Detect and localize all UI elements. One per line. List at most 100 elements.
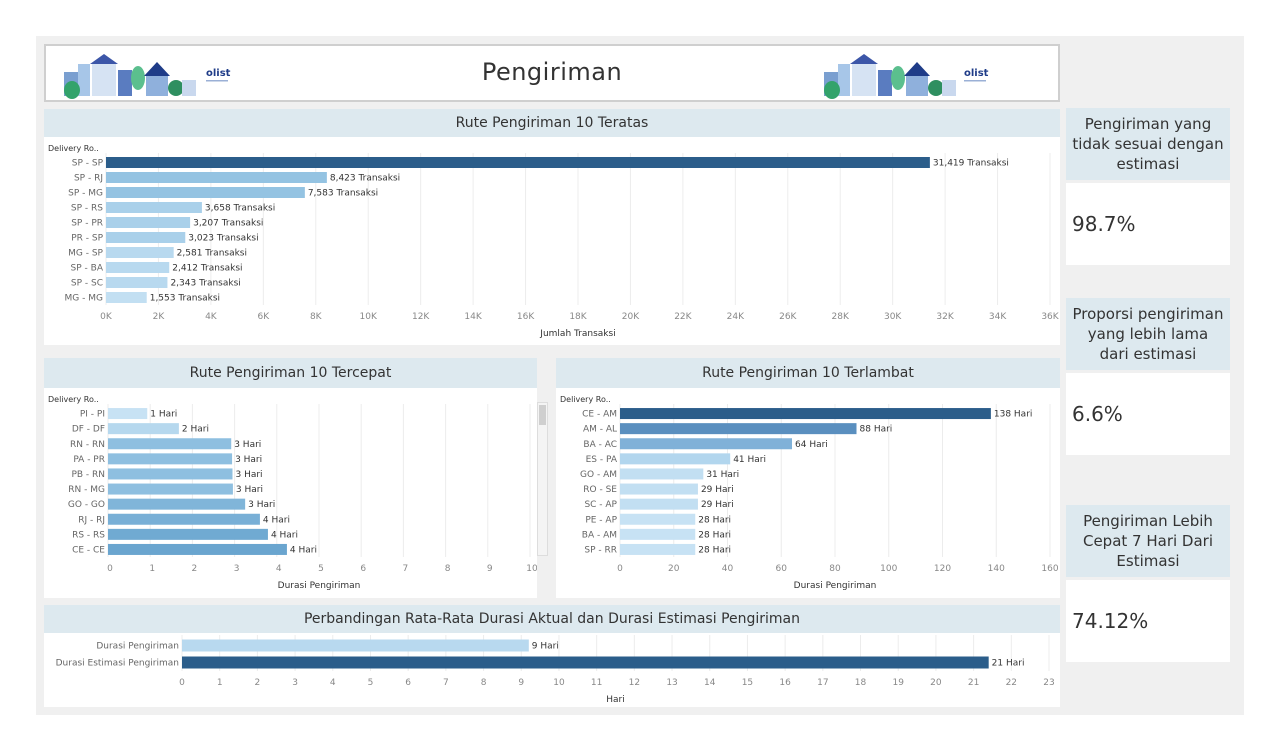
category-label: RO - SE [583,485,617,495]
x-tick-label: 8K [310,312,323,322]
data-label: 1 Hari [150,410,177,420]
bar [106,187,305,198]
bar [620,453,731,465]
category-label: RN - RN [70,440,105,450]
bar [108,528,268,540]
x-tick-label: 12 [629,678,640,688]
row-header: Delivery Ro.. [48,144,99,153]
x-tick-label: 4K [205,312,218,322]
bar [182,656,989,669]
data-label: 138 Hari [994,410,1033,420]
bar [106,172,327,183]
x-tick-label: 9 [487,564,493,574]
fastest-routes-panel: 0 1 2 3 4 5 6 7 8 9 10 Durasi Pengiriman Delivery Ro… [44,388,548,598]
x-tick-label: 0 [617,564,623,574]
bar [108,543,287,555]
data-label: 31 Hari [706,470,739,480]
x-tick-label: 80 [829,564,841,574]
data-label: 28 Hari [698,545,731,555]
row-header: Delivery Ro.. [48,395,99,404]
kpi-value-late: 6.6% [1066,373,1230,455]
category-label: SP - RS [71,204,103,214]
x-tick-label: 24K [727,312,745,322]
category-label: CE - AM [582,410,617,420]
category-label: GO - AM [580,470,617,480]
slowest-routes-panel: 0 20 40 60 80 100 120 140 160 Durasi Pengiriman De… [556,388,1060,598]
x-tick-label: 34K [989,312,1007,322]
bar [106,157,930,168]
x-tick-label: 10K [360,312,378,322]
scrollbar[interactable] [537,402,548,556]
page-title: Pengiriman [481,58,623,86]
x-tick-label: 20 [930,678,942,688]
data-label: 28 Hari [698,530,731,540]
header-banner: olist olist Pengiriman [44,44,1060,102]
kpi-value-early: 74.12% [1066,580,1230,662]
category-label: PE - AP [585,515,617,525]
x-tick-label: 12K [412,312,430,322]
data-label: 2,581 Transaksi [177,249,247,259]
bar [108,498,246,510]
bar [620,513,696,525]
x-tick-label: 40 [722,564,734,574]
x-tick-label: 11 [591,678,602,688]
category-label: GO - GO [68,500,105,510]
bar [108,453,233,465]
category-label: RJ - RJ [78,515,105,525]
x-tick-label: 4 [276,564,282,574]
x-tick-label: 100 [880,564,897,574]
category-label: CE - CE [72,545,105,555]
category-label: PA - PR [73,455,105,465]
x-tick-label: 8 [445,564,451,574]
x-tick-label: 120 [934,564,951,574]
data-label: 29 Hari [701,500,734,510]
bar [620,528,696,540]
bar [620,543,696,555]
x-tick-label: 16K [517,312,535,322]
data-label: 3 Hari [248,500,275,510]
x-axis-title: Jumlah Transaksi [539,329,615,339]
x-tick-label: 2K [153,312,166,322]
bar [620,423,857,435]
bar [108,483,233,495]
data-label: 3,207 Transaksi [193,219,263,229]
bar [108,438,232,450]
bar [106,247,174,258]
data-label: 7,583 Transaksi [308,189,378,199]
category-label: SC - AP [584,500,617,510]
bar [108,423,179,435]
category-label: SP - RR [584,545,617,555]
data-label: 3 Hari [234,440,261,450]
category-label: MG - SP [68,249,103,259]
chart-title-comparison: Perbandingan Rata-Rata Durasi Aktual dan… [44,605,1060,633]
x-tick-label: 14 [704,678,716,688]
x-tick-label: 19 [892,678,904,688]
x-tick-label: 10 [553,678,565,688]
bar [182,639,529,652]
data-label: 8,423 Transaksi [330,174,400,184]
category-label: SP - RJ [74,174,103,184]
bar [106,277,168,288]
comparison-chart: 0 1 2 3 4 5 6 7 8 9 10 11 12 13 14 15 16 17 18 19 20 21 22 23Ha… [56,635,1055,705]
bar [620,498,698,510]
x-tick-label: 5 [318,564,324,574]
bar [106,262,170,273]
x-tick-label: 4 [330,678,336,688]
data-label: 29 Hari [701,485,734,495]
data-label: 3 Hari [236,485,263,495]
x-tick-label: 0 [107,564,113,574]
x-tick-label: 140 [988,564,1005,574]
scrollbar-thumb[interactable] [539,405,546,425]
data-label: 1,553 Transaksi [150,294,220,304]
x-tick-label: 1 [217,678,223,688]
x-tick-label: 6K [258,312,271,322]
category-label: DF - DF [72,425,105,435]
x-tick-label: 22 [1006,678,1017,688]
x-tick-label: 10 [526,564,537,574]
data-label: 3 Hari [235,470,262,480]
category-label: RN - MG [68,485,105,495]
category-label: SP - PR [71,219,103,229]
bar [106,232,186,243]
category-label: SP - SC [71,279,103,289]
kpi-title-late: Proporsi pengiriman yang lebih lama dari… [1066,298,1230,370]
